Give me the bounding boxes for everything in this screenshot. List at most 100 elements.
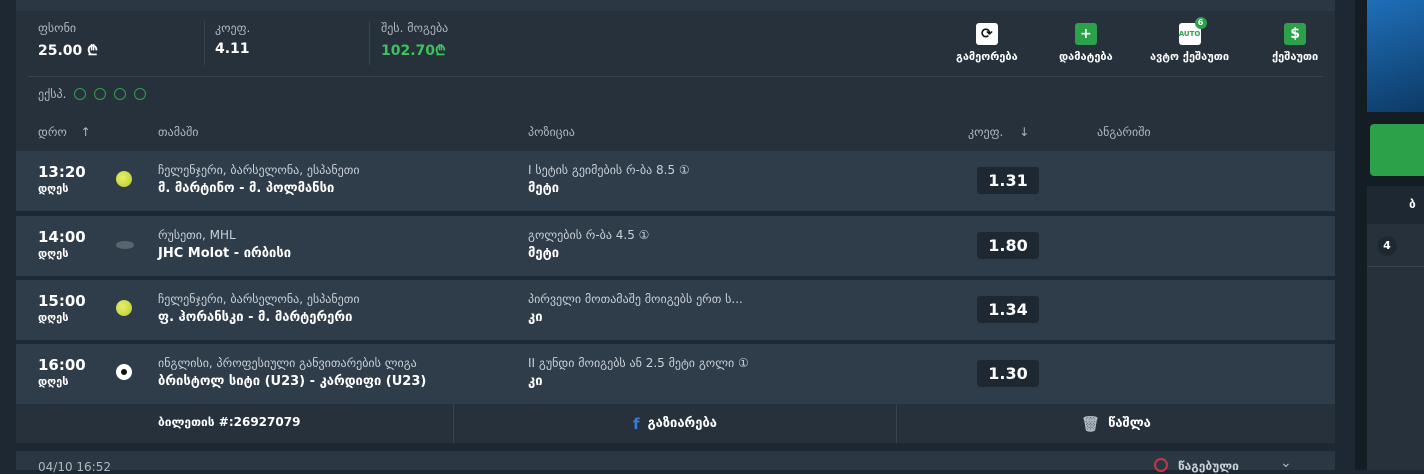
odds-block: კოეფ. 4.11	[215, 21, 250, 57]
stake-block: ფსონი 25.00 ₾	[38, 21, 98, 60]
odds-badge: 1.80	[977, 232, 1039, 259]
event-time: 14:00	[38, 228, 86, 246]
ticket-number: ბილეთის #:26927079	[158, 415, 301, 429]
match-name[interactable]: ფ. ჰორანსკი - მ. მარტერერი	[158, 310, 352, 325]
trash-icon: 🗑	[1081, 414, 1101, 433]
betslip-tab[interactable]: ბ	[1367, 186, 1424, 224]
express-indicator: ექსპ.	[38, 87, 147, 101]
status-dot	[94, 88, 107, 100]
cashout-button[interactable]: $ ქეშაუთი	[1272, 23, 1318, 63]
pick-name: მეტი	[528, 181, 560, 196]
hockey-puck-icon	[116, 241, 134, 249]
divider	[204, 21, 205, 65]
table-row: 16:00 დღეს ინგლისი, პროფესიული განვითარე…	[16, 344, 1335, 404]
event-day: დღეს	[38, 375, 69, 388]
delete-button[interactable]: 🗑 წაშლა	[897, 404, 1335, 443]
pick-name: კი	[528, 374, 543, 389]
pick-name: კი	[528, 310, 543, 325]
pick-name: მეტი	[528, 246, 560, 261]
chevron-down-icon[interactable]: ⌄	[1280, 455, 1292, 471]
table-row: 15:00 დღეს ჩელენჯერი, ბარსელონა, ესპანეთ…	[16, 280, 1335, 340]
odds-badge: 1.31	[977, 167, 1039, 194]
time-column-label: დრო	[38, 125, 67, 139]
win-block: შეს. მოგება 102.70₾	[381, 21, 448, 60]
ticket-date: 04/10 16:52	[38, 460, 111, 474]
league-name: ჩელენჯერი, ბარსელონა, ესპანეთი	[158, 163, 360, 177]
betslip-tab-label: ბ	[1409, 197, 1416, 211]
table-row: 14:00 დღეს რუსეთი, MHL JHC Molot - ირბის…	[16, 216, 1335, 276]
win-label: შეს. მოგება	[381, 21, 449, 35]
add-button[interactable]: + დამატება	[1059, 23, 1113, 63]
event-day: დღეს	[38, 247, 69, 260]
report-column-header: ანგარიში	[1097, 125, 1151, 139]
status-dot	[74, 88, 87, 100]
game-column-header: თამაში	[158, 125, 199, 139]
promo-banner[interactable]	[1367, 0, 1424, 112]
tennis-ball-icon	[116, 300, 132, 316]
status-dot	[134, 88, 147, 100]
plus-icon: +	[1074, 23, 1097, 45]
refresh-icon: ⟳	[975, 23, 998, 45]
express-label: ექსპ.	[38, 87, 67, 101]
repeat-button[interactable]: ⟳ გამეორება	[956, 23, 1018, 63]
sort-up-icon: ↑	[80, 125, 91, 139]
win-value: 102.70₾	[381, 43, 446, 59]
event-time: 15:00	[38, 292, 86, 310]
sort-down-icon: ↓	[1019, 125, 1030, 139]
match-name[interactable]: მ. მარტინო - მ. პოლმანსი	[158, 181, 334, 196]
event-time: 13:20	[38, 163, 86, 181]
betslip-panel: ბ 4	[1367, 186, 1424, 470]
event-day: დღეს	[38, 311, 69, 324]
auto-cashout-button[interactable]: AUTO 6 ავტო ქეშაუთი	[1150, 17, 1230, 63]
next-ticket-header[interactable]: 04/10 16:52 წაგებული ⌄	[16, 451, 1335, 474]
market-name: პირველი მოთამაშე მოიგებს ერთ ს...	[528, 292, 743, 306]
repeat-label: გამეორება	[956, 50, 1018, 63]
green-action-button[interactable]	[1370, 124, 1424, 176]
football-icon	[116, 364, 132, 380]
position-column-header: პოზიცია	[528, 125, 575, 139]
bet-history-panel: ფსონი 25.00 ₾ კოეფ. 4.11 შეს. მოგება 102…	[16, 0, 1335, 474]
share-label: გაზიარება	[647, 416, 717, 431]
cashout-label: ქეშაუთი	[1272, 50, 1319, 63]
time-column-header[interactable]: დრო ↑	[38, 125, 91, 139]
odds-label: კოეფ.	[215, 21, 251, 35]
share-button[interactable]: f გაზიარება	[454, 404, 896, 443]
divider	[369, 21, 370, 65]
auto-icon-text: AUTO	[1178, 30, 1201, 38]
event-time: 16:00	[38, 356, 86, 374]
count-badge: 4	[1377, 236, 1397, 256]
auto-cashout-badge: 6	[1194, 17, 1207, 29]
odds-badge: 1.34	[977, 296, 1039, 323]
market-name: გოლების რ-ბა 4.5 ①	[528, 228, 650, 242]
match-name[interactable]: ბრისტოლ სიტი (U23) - კარდიფი (U23)	[158, 374, 426, 389]
event-day: დღეს	[38, 182, 69, 195]
stake-value: 25.00 ₾	[38, 43, 98, 59]
market-name: I სეტის გეიმების რ-ბა 8.5 ①	[528, 163, 690, 177]
tennis-ball-icon	[116, 171, 132, 187]
add-label: დამატება	[1059, 50, 1113, 63]
match-name[interactable]: JHC Molot - ირბისი	[158, 246, 291, 261]
divider	[1367, 266, 1424, 267]
facebook-icon: f	[633, 414, 640, 433]
stake-label: ფსონი	[38, 21, 77, 35]
divider	[28, 76, 1323, 77]
table-header: დრო ↑ თამაში პოზიცია კოეფ. ↓ ანგარიში	[16, 113, 1335, 151]
ticket-status: წაგებული	[1178, 459, 1239, 473]
league-name: ინგლისი, პროფესიული განვითარების ლიგა	[158, 356, 417, 370]
auto-cashout-label: ავტო ქეშაუთი	[1150, 50, 1230, 63]
odds-column-label: კოეფ.	[968, 125, 1004, 139]
odds-column-header[interactable]: კოეფ. ↓	[968, 125, 1029, 139]
right-sidebar: ბ 4	[1355, 0, 1424, 470]
league-name: ჩელენჯერი, ბარსელონა, ესპანეთი	[158, 292, 360, 306]
league-name: რუსეთი, MHL	[158, 228, 236, 242]
previous-ticket-strip	[16, 0, 1335, 11]
table-row: 13:20 დღეს ჩელენჯერი, ბარსელონა, ესპანეთ…	[16, 151, 1335, 211]
dollar-icon: $	[1284, 23, 1307, 45]
odds-badge: 1.30	[977, 360, 1039, 387]
ticket-summary: ფსონი 25.00 ₾ კოეფ. 4.11 შეს. მოგება 102…	[16, 11, 1335, 113]
ticket-footer: ბილეთის #:26927079 f გაზიარება 🗑 წაშლა	[16, 404, 1335, 443]
odds-value: 4.11	[215, 41, 250, 57]
status-dot	[114, 88, 127, 100]
market-name: II გუნდი მოიგებს ან 2.5 მეტი გოლი ①	[528, 356, 749, 370]
delete-label: წაშლა	[1108, 416, 1151, 431]
